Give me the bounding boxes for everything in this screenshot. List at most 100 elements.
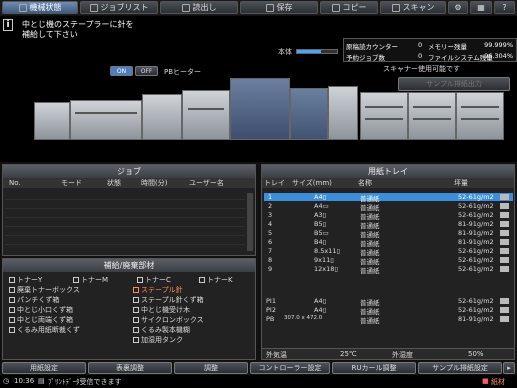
supply-item-toner-m: トナーM [73, 275, 108, 285]
list-item[interactable] [5, 209, 245, 218]
tray-row-3[interactable]: 3 A3▯ 普通紙 52-61g/m2 [264, 211, 513, 221]
main-body-label: 本体 [278, 48, 292, 56]
toner-icon [199, 277, 205, 283]
counter-button[interactable]: ▦ [470, 1, 492, 14]
help-icon: ? [502, 3, 507, 12]
tray-row-6[interactable]: 6 B4▯ 普通紙 81-91g/m2 [264, 238, 513, 248]
trim-icon [9, 307, 15, 313]
paper-color-swatch [500, 203, 509, 209]
clock-icon: ◷ [3, 377, 10, 385]
status-time: 10:36 [14, 377, 35, 385]
settings-button[interactable]: ⚙ [448, 1, 468, 14]
tray-row-1[interactable]: 1 A4▯ 普通紙 52-61g/m2 [264, 193, 513, 203]
sample-output-setting-button[interactable]: サンプル排紙設定 [418, 362, 502, 374]
save-icon [265, 3, 274, 12]
supply-panel-title: 補給/廃棄部材 [3, 259, 255, 272]
paper-color-swatch [500, 257, 509, 263]
job-panel-title: ジョブ [3, 165, 255, 178]
tab-copy[interactable]: コピー [320, 1, 378, 14]
supply-item-saddle-board: 中とじ機受け木 [133, 305, 190, 315]
paper-color-swatch [500, 212, 509, 218]
supply-item-waste-toner: 廃棄トナーボックス [9, 285, 80, 295]
ru-curl-adjust-button[interactable]: RUカール調整 [332, 362, 416, 374]
tray-row-pb[interactable]: PB 307.0 x 472.0 普通紙 81-91g/m2 [264, 315, 513, 325]
supply-item-toner-c: トナーC [137, 275, 171, 285]
tray-row-2[interactable]: 2 A4▭ 普通紙 52-61g/m2 [264, 202, 513, 212]
toner-icon [137, 277, 143, 283]
supply-item-toner-y: トナーY [9, 275, 42, 285]
list-item[interactable] [5, 227, 245, 236]
status-bar: ◷ 10:36 ▤ ﾌﾟﾘﾝﾄﾃﾞｰﾀ受信できます ■ 紙材 [0, 375, 517, 388]
printer-icon: ▤ [38, 377, 45, 385]
supply-item-cyclone-box: サイクロンボックス [133, 315, 204, 325]
list-item[interactable] [5, 236, 245, 245]
tray-list[interactable]: 1 A4▯ 普通紙 52-61g/m2 2 A4▭ 普通紙 52-61g/m2 3 A3▯ 普通… [264, 190, 513, 334]
staple-icon [133, 287, 139, 293]
front-back-adjust-button[interactable]: 表裏調整 [88, 362, 172, 374]
tab-scan[interactable]: スキャン [380, 1, 446, 14]
tray-row-8[interactable]: 8 9x11▯ 普通紙 52-61g/m2 [264, 256, 513, 266]
status-message: 中とじ機のステープラーに針を 補給して下さい [22, 20, 134, 39]
paper-color-swatch [500, 316, 509, 322]
paper-color-swatch [500, 248, 509, 254]
tab-job-list[interactable]: ジョブリスト [80, 1, 158, 14]
environment-info: 外気温 25℃ 外湿度 50% [262, 348, 514, 359]
tray-row-9[interactable]: 9 12x18▯ 普通紙 52-61g/m2 [264, 265, 513, 275]
list-item[interactable] [5, 218, 245, 227]
scanner-status: スキャナー使用可能です [383, 65, 460, 73]
trim-icon [9, 317, 15, 323]
tray-row-7[interactable]: 7 8.5x11▯ 普通紙 52-61g/m2 [264, 247, 513, 257]
machine-icon [18, 3, 27, 12]
tank-icon [133, 337, 139, 343]
punch-icon [9, 297, 15, 303]
cut-icon [9, 327, 15, 333]
tray-table-header: トレイ サイズ(mm) 名称 坪量 [262, 178, 514, 188]
supply-item-humidifier-tank: 加湿用タンク [133, 335, 183, 345]
list-item[interactable] [5, 191, 245, 200]
paper-color-swatch [500, 307, 509, 313]
cyclone-icon [133, 317, 139, 323]
supply-item-staple-waste: ステープル針くず箱 [133, 295, 204, 305]
heater-on-button[interactable]: ON [110, 66, 133, 76]
gear-icon: ⚙ [454, 3, 462, 12]
info-icon: i [3, 19, 13, 31]
tab-save[interactable]: 保存 [240, 1, 318, 14]
tray-row-5[interactable]: 5 B5▭ 普通紙 81-91g/m2 [264, 229, 513, 239]
adjust-button[interactable]: 調整 [174, 362, 248, 374]
tray-row-pi2[interactable]: PI2 A4▯ 普通紙 52-61g/m2 [264, 306, 513, 316]
paper-color-swatch [500, 221, 509, 227]
main-body-progress [296, 49, 338, 54]
tray-row-4[interactable]: 4 B5▯ 普通紙 81-91g/m2 [264, 220, 513, 230]
supply-item-staples: ステープル針 [133, 285, 183, 295]
supply-item-binding-glue: くるみ製本機糊 [133, 325, 190, 335]
next-page-button[interactable]: ▸ [503, 362, 515, 374]
status-alert: 紙材 [491, 378, 505, 386]
copy-icon [331, 3, 340, 12]
paper-color-swatch [500, 194, 509, 200]
job-panel: ジョブ No. モード 状態 時間(分) ユーザー名 [2, 164, 256, 256]
toner-icon [9, 277, 15, 283]
help-button[interactable]: ? [494, 1, 515, 14]
heater-off-button[interactable]: OFF [135, 66, 158, 76]
grid-icon: ▦ [477, 3, 485, 12]
tab-machine-status[interactable]: 機械状態 [2, 1, 78, 14]
scan-icon [391, 3, 400, 12]
supply-item-binding-waste: くるみ用紙断裁くず [9, 325, 80, 335]
supply-item-trim-waste: 中とじ小口くず箱 [9, 305, 73, 315]
job-table-header: No. モード 状態 時間(分) ユーザー名 [3, 178, 255, 188]
staple-icon [133, 297, 139, 303]
tab-recall[interactable]: 読出し [160, 1, 238, 14]
glue-icon [133, 327, 139, 333]
controller-setting-button[interactable]: コントローラー設定 [250, 362, 330, 374]
job-list[interactable] [5, 191, 245, 253]
board-icon [133, 307, 139, 313]
chevron-right-icon: ▸ [507, 364, 511, 372]
box-icon [9, 287, 15, 293]
list-item[interactable] [5, 200, 245, 209]
machine-illustration [30, 78, 515, 158]
job-scrollbar[interactable] [247, 193, 253, 251]
paper-setting-button[interactable]: 用紙設定 [2, 362, 86, 374]
toner-icon [73, 277, 79, 283]
tray-row-pi1[interactable]: PI1 A4▯ 普通紙 52-61g/m2 [264, 297, 513, 307]
supply-panel: 補給/廃棄部材 トナーY トナーM トナーC トナーK 廃棄トナーボックス ステ… [2, 258, 256, 360]
